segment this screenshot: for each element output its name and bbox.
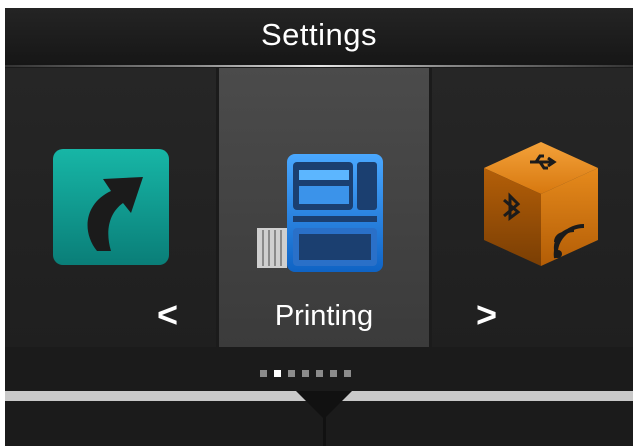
page-dot [316, 370, 323, 377]
interface-cube-icon [484, 142, 598, 266]
shortcut-arrow-icon [53, 149, 169, 265]
printer-icon [257, 154, 383, 272]
chevron-right-icon[interactable]: > [476, 294, 497, 336]
carousel-item-shortcut[interactable]: < [5, 68, 216, 347]
carousel-item-label: Printing [274, 300, 374, 332]
page-indicator [260, 370, 351, 378]
page-title: Settings [260, 17, 377, 52]
pointer-line [323, 413, 326, 446]
page-dot [260, 370, 267, 377]
page-dot-active [274, 370, 281, 377]
header-divider [5, 65, 633, 67]
page-dot [302, 370, 309, 377]
carousel-item-interface[interactable]: > [432, 68, 633, 347]
header: Settings [5, 8, 633, 67]
carousel-item-printing[interactable]: Printing [219, 68, 429, 347]
page-dot [330, 370, 337, 377]
page-dot [288, 370, 295, 377]
chevron-left-icon[interactable]: < [157, 294, 178, 336]
settings-screen: Settings < Printing > [5, 8, 633, 446]
page-dot [344, 370, 351, 377]
